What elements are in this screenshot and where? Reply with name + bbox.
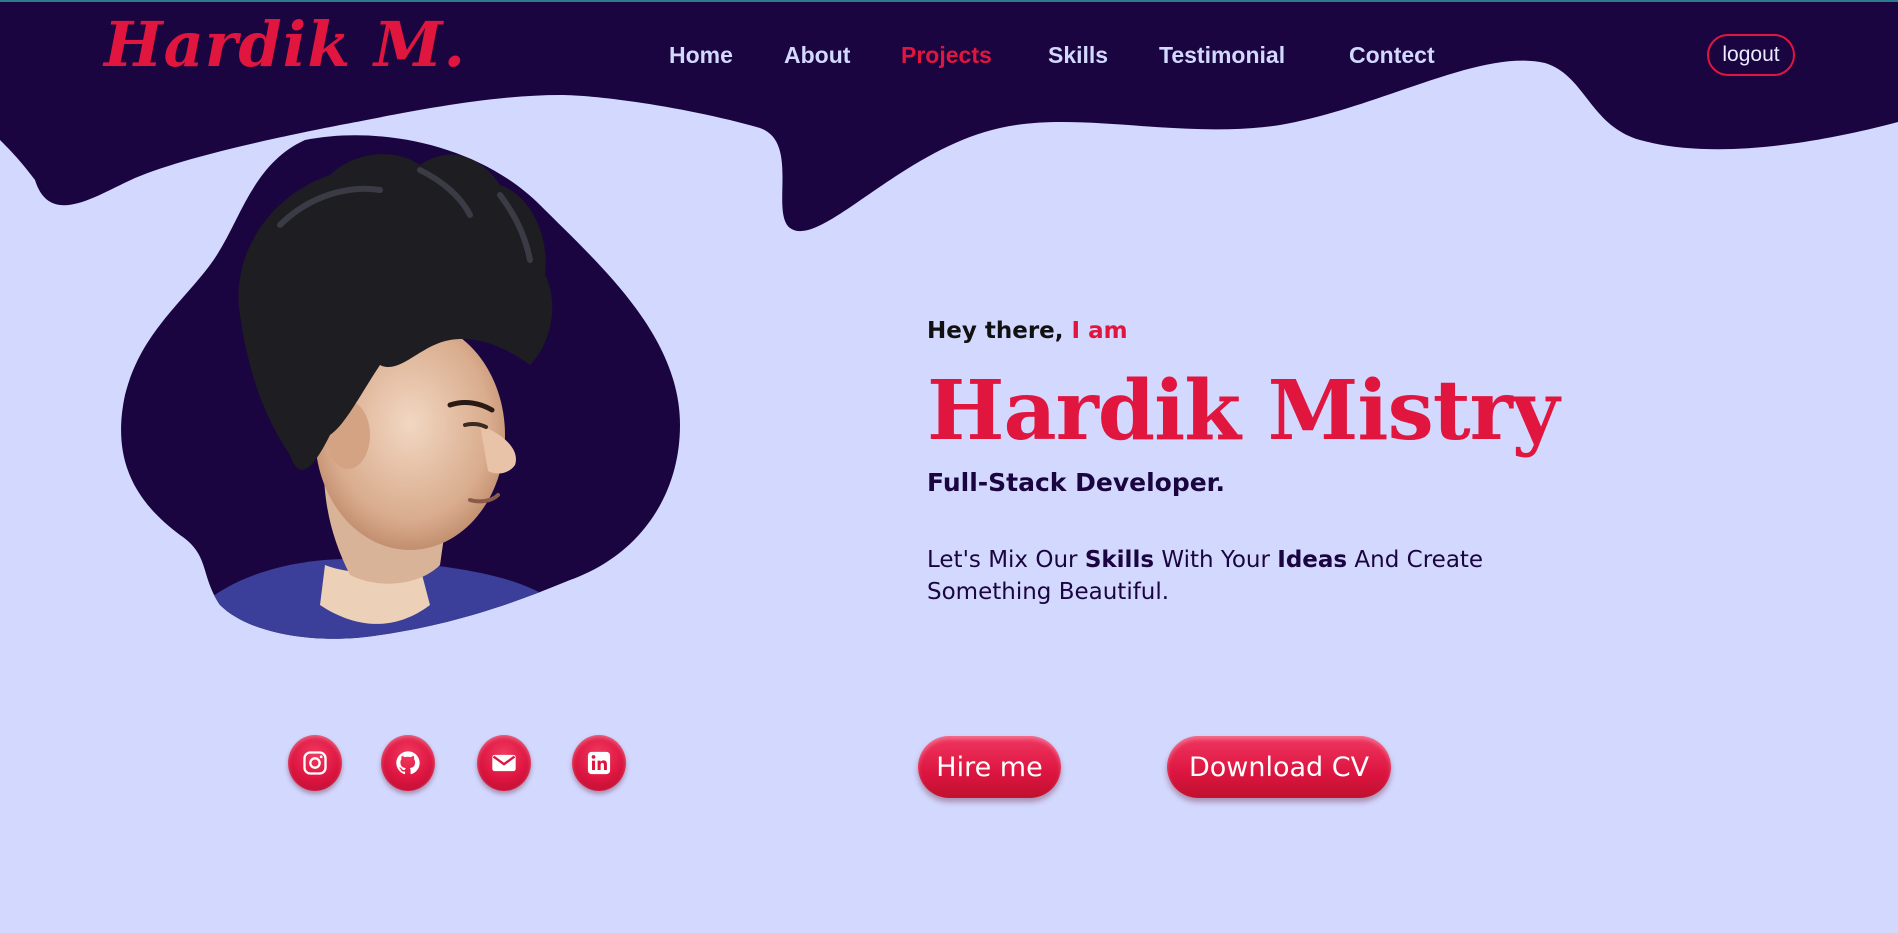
github-button[interactable] <box>381 735 435 791</box>
site-header: Hardik M. Home About Projects Skills Tes… <box>0 0 1898 110</box>
greeting-prefix: Hey there, <box>927 318 1064 344</box>
nav-contect[interactable]: Contect <box>1349 42 1435 69</box>
hire-me-button[interactable]: Hire me <box>918 736 1061 798</box>
instagram-icon <box>303 751 327 775</box>
nav-home[interactable]: Home <box>669 42 733 69</box>
nav-skills[interactable]: Skills <box>1048 42 1108 69</box>
nav-about[interactable]: About <box>784 42 850 69</box>
greeting-accent: I am <box>1071 318 1128 344</box>
tagline-text-2: With Your <box>1154 547 1278 573</box>
download-cv-button[interactable]: Download CV <box>1167 736 1391 798</box>
nav-projects[interactable]: Projects <box>901 42 992 69</box>
linkedin-icon <box>587 751 611 775</box>
nav-testimonial[interactable]: Testimonial <box>1159 42 1285 69</box>
profile-photo <box>120 135 690 675</box>
email-button[interactable] <box>477 735 531 791</box>
site-logo[interactable]: Hardik M. <box>104 8 466 81</box>
mail-icon <box>492 754 516 772</box>
top-border <box>0 0 1898 2</box>
hero-tagline: Let's Mix Our Skills With Your Ideas And… <box>927 544 1487 608</box>
tagline-ideas: Ideas <box>1277 547 1348 573</box>
linkedin-button[interactable] <box>572 735 626 791</box>
tagline-text-1: Let's Mix Our <box>927 547 1085 573</box>
tagline-skills: Skills <box>1084 547 1155 573</box>
hero-role: Full-Stack Developer. <box>927 468 1225 497</box>
logout-button[interactable]: logout <box>1707 34 1795 76</box>
hero-name: Hardik Mistry <box>927 363 1559 459</box>
github-icon <box>396 751 420 775</box>
greeting-text: Hey there, I am <box>927 318 1128 344</box>
instagram-button[interactable] <box>288 735 342 791</box>
